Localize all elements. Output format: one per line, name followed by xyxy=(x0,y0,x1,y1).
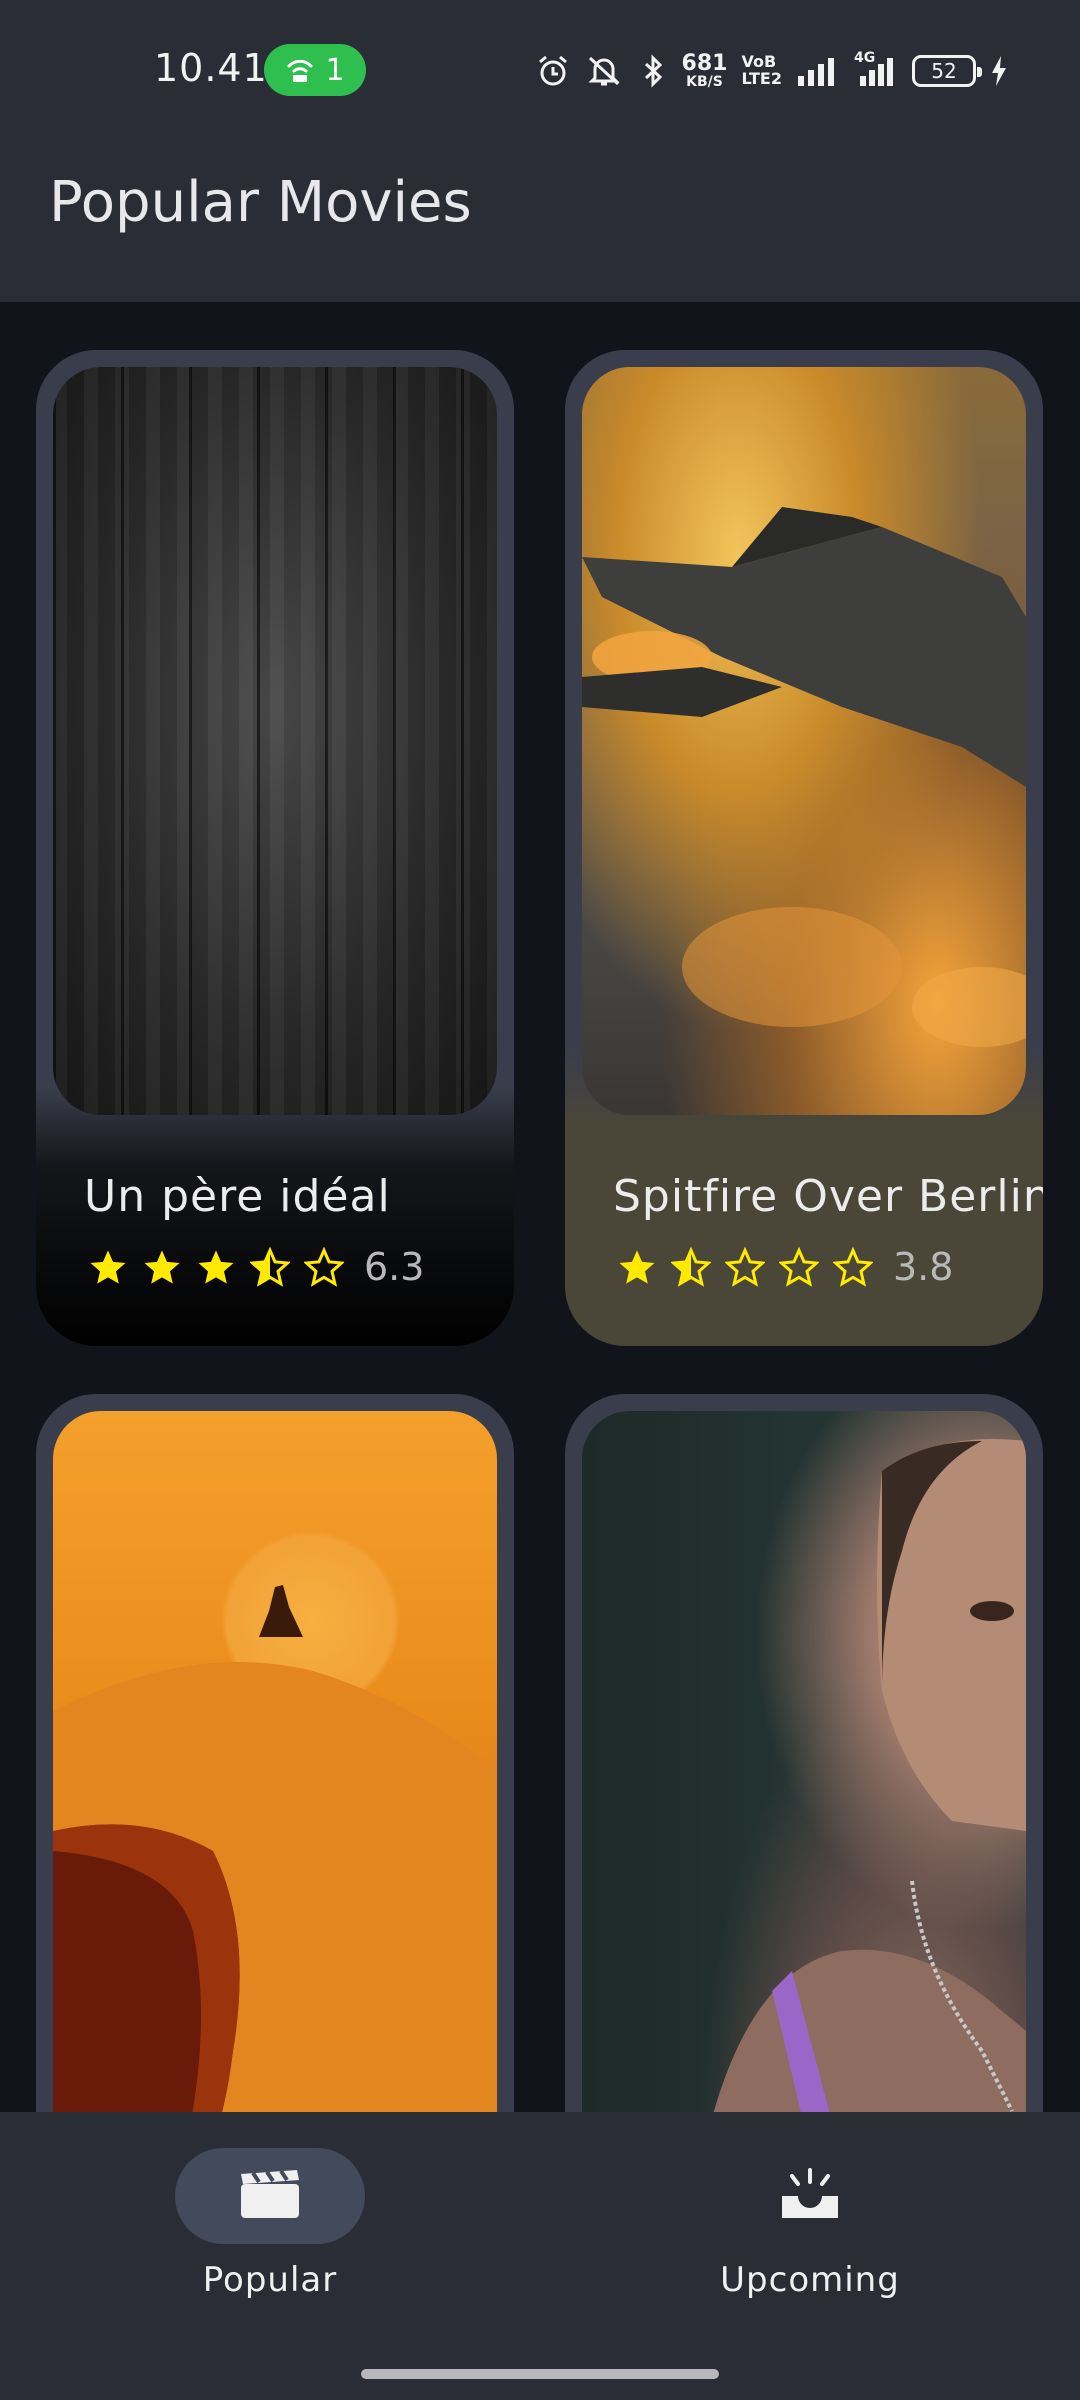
status-bar: 10.41 1 681 KB/S VoB LTE2 4G 52 xyxy=(0,0,1080,140)
nav-active-indicator xyxy=(175,2148,365,2244)
movie-info: Spitfire Over Berlin 3.8 xyxy=(565,1115,1043,1346)
hotspot-icon xyxy=(285,56,315,84)
page-title: Popular Movies xyxy=(49,170,472,235)
bottom-navigation: Popular Upcoming xyxy=(0,2112,1080,2400)
lte-label: LTE2 xyxy=(741,69,782,88)
movie-card[interactable] xyxy=(36,1394,514,2112)
star-half-icon xyxy=(671,1247,711,1287)
poster-image xyxy=(53,1411,497,2112)
hotspot-count: 1 xyxy=(325,52,345,88)
mute-icon xyxy=(584,54,624,88)
movie-poster[interactable] xyxy=(53,1411,497,2112)
movie-score: 6.3 xyxy=(364,1245,425,1289)
signal-icon xyxy=(796,56,838,86)
nav-label-popular: Popular xyxy=(202,2260,338,2300)
star-half-icon xyxy=(250,1247,290,1287)
star-rating: 6.3 xyxy=(88,1245,424,1289)
network-4g-label: 4G xyxy=(854,50,876,66)
hotspot-indicator[interactable]: 1 xyxy=(264,44,366,96)
dune-illustration xyxy=(53,1585,497,2112)
star-full-icon xyxy=(144,1250,180,1284)
battery-level: 52 xyxy=(931,59,957,83)
movie-title: Spitfire Over Berlin xyxy=(613,1171,1043,1222)
poster-image xyxy=(582,367,1026,1115)
star-empty-icon xyxy=(833,1247,873,1287)
network-speed-unit: KB/S xyxy=(686,74,723,90)
movie-title: Un père idéal xyxy=(84,1171,391,1222)
star-empty-icon xyxy=(779,1247,819,1287)
network-speed-value: 681 xyxy=(681,51,728,76)
star-full-icon xyxy=(619,1250,655,1284)
star-full-icon xyxy=(198,1250,234,1284)
nav-icon-container xyxy=(715,2148,905,2244)
star-empty-icon xyxy=(304,1247,344,1287)
signal-4g-icon: 4G xyxy=(852,50,898,86)
status-icons: 681 KB/S VoB LTE2 4G 52 xyxy=(536,48,1008,94)
star-empty-icon xyxy=(725,1247,765,1287)
charging-icon xyxy=(990,55,1008,87)
volte-indicator: VoB LTE2 xyxy=(741,53,782,88)
nav-label-upcoming: Upcoming xyxy=(720,2260,900,2300)
movie-info: Un père idéal 6.3 xyxy=(36,1115,514,1346)
poster-image xyxy=(582,1411,1026,2112)
upcoming-icon xyxy=(778,2166,842,2226)
network-speed: 681 KB/S xyxy=(681,51,728,90)
alarm-icon xyxy=(536,54,570,88)
movie-card[interactable]: Un père idéal 6.3 xyxy=(36,350,514,1346)
nav-item-upcoming[interactable]: Upcoming xyxy=(660,2148,960,2308)
movie-poster[interactable] xyxy=(582,1411,1026,2112)
movie-score: 3.8 xyxy=(893,1245,954,1289)
plane-illustration xyxy=(582,507,1026,1047)
movie-card[interactable]: Spitfire Over Berlin 3.8 xyxy=(565,350,1043,1346)
status-time: 10.41 xyxy=(154,46,268,90)
bluetooth-icon xyxy=(638,54,668,88)
movie-poster[interactable] xyxy=(582,367,1026,1115)
movie-grid[interactable]: Un père idéal 6.3 Spitfire Over Berlin 3… xyxy=(0,302,1080,2112)
clapperboard-icon xyxy=(239,2168,301,2224)
battery-icon: 52 xyxy=(912,55,982,87)
portrait-illustration xyxy=(713,1439,1026,2112)
nav-item-popular[interactable]: Popular xyxy=(120,2148,420,2308)
star-full-icon xyxy=(90,1250,126,1284)
star-rating: 3.8 xyxy=(617,1245,953,1289)
app-bar: Popular Movies xyxy=(0,140,1080,302)
home-indicator[interactable] xyxy=(361,2369,719,2379)
movie-poster[interactable] xyxy=(53,367,497,1115)
movie-card[interactable] xyxy=(565,1394,1043,2112)
poster-image xyxy=(53,367,497,1115)
